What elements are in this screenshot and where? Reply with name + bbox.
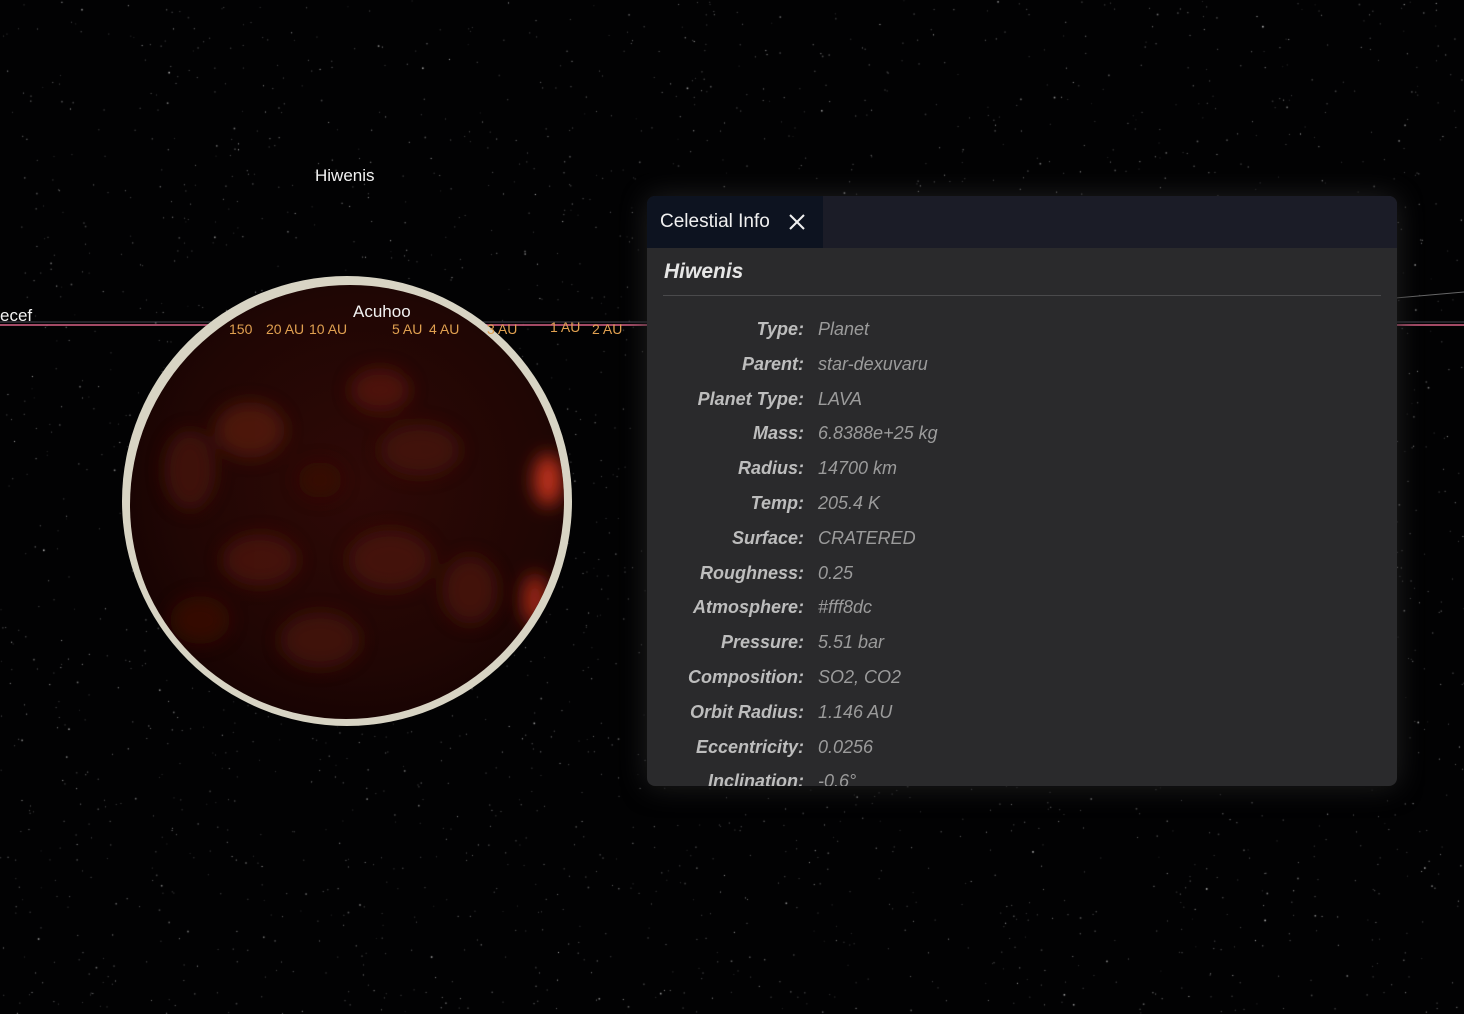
property-key: Composition:: [688, 666, 804, 687]
property-row: Inclination: -0.6°: [647, 768, 1397, 786]
tab-label: Celestial Info: [660, 211, 770, 232]
property-value: #fff8dc: [818, 597, 873, 618]
property-key: Type:: [756, 319, 804, 339]
property-row: Parent: star-dexuvaru: [647, 351, 1397, 386]
property-row: Radius: 14700 km: [647, 455, 1397, 490]
tab-celestial-info[interactable]: Celestial Info: [647, 196, 823, 248]
property-key: Temp:: [750, 492, 804, 513]
au-marker-4: 4 AU: [429, 321, 460, 337]
property-key: Pressure:: [720, 632, 804, 653]
property-key: Surface:: [731, 527, 804, 548]
property-list: Type: Planet Parent: star-dexuvaru Planet Ty…: [647, 316, 1397, 786]
property-value: 1.146 AU: [818, 701, 893, 722]
property-row: Orbit Radius: 1.146 AU: [647, 699, 1397, 734]
property-value: LAVA: [818, 388, 863, 409]
property-row: Roughness: 0.25: [647, 560, 1397, 595]
property-value: star-dexuvaru: [818, 353, 928, 374]
property-row: Eccentricity: 0.0256: [647, 734, 1397, 769]
property-key: Radius:: [737, 458, 804, 479]
property-key: Parent:: [741, 353, 804, 374]
property-row: Composition: SO2, CO2: [647, 664, 1397, 699]
au-marker-5: 5 AU: [392, 321, 423, 337]
title-divider: [663, 295, 1381, 296]
au-marker-1: 1 AU: [550, 319, 581, 335]
property-key: Mass:: [752, 423, 804, 444]
property-value: Planet: [818, 319, 870, 339]
object-title: Hiwenis: [664, 260, 744, 283]
property-key: Planet Type:: [697, 388, 804, 409]
property-row: Planet Type: LAVA: [647, 386, 1397, 421]
property-value: 14700 km: [818, 458, 898, 479]
property-key: Eccentricity:: [695, 736, 804, 757]
property-value: 6.8388e+25 kg: [818, 423, 938, 444]
property-value: CRATERED: [818, 527, 916, 548]
property-value: 0.25: [818, 562, 854, 583]
left-edge-object-label[interactable]: ecef: [0, 306, 32, 326]
property-value: 5.51 bar: [818, 632, 885, 653]
property-value: 205.4 K: [818, 492, 881, 513]
panel-content[interactable]: Hiwenis Type: Planet Parent: star-dexuvaru P…: [647, 248, 1397, 786]
orbit-line-tilted: [1395, 291, 1464, 299]
close-icon[interactable]: [787, 212, 807, 232]
property-row: Atmosphere: #fff8dc: [647, 594, 1397, 629]
au-marker-10: 10 AU: [309, 321, 348, 337]
property-row: Pressure: 5.51 bar: [647, 629, 1397, 664]
property-key: Inclination:: [708, 771, 804, 786]
property-key: Orbit Radius:: [689, 701, 804, 722]
property-value: -0.6°: [818, 771, 857, 786]
au-marker-150: 150: [229, 321, 253, 337]
property-row: Mass: 6.8388e+25 kg: [647, 420, 1397, 455]
celestial-info-panel: Celestial Info Hiwenis Type: Planet Parent…: [647, 196, 1397, 786]
au-marker-20: 20 AU: [266, 321, 305, 337]
property-row: Temp: 205.4 K: [647, 490, 1397, 525]
property-value: 0.0256: [818, 736, 874, 757]
moon-label[interactable]: Acuhoo: [353, 302, 411, 322]
au-marker-2: 2 AU: [592, 321, 623, 337]
property-row: Type: Planet: [647, 316, 1397, 351]
property-key: Atmosphere:: [692, 597, 804, 618]
property-key: Roughness:: [699, 562, 804, 583]
property-value: SO2, CO2: [818, 666, 902, 687]
planet-label[interactable]: Hiwenis: [315, 166, 375, 186]
panel-tab-bar: Celestial Info: [647, 196, 1397, 248]
property-row: Surface: CRATERED: [647, 525, 1397, 560]
3d-viewport[interactable]: Hiwenis Acuhoo ecef 150 20 AU 10 AU 5 AU…: [0, 0, 1464, 1014]
au-marker-3: 3 AU: [487, 321, 518, 337]
